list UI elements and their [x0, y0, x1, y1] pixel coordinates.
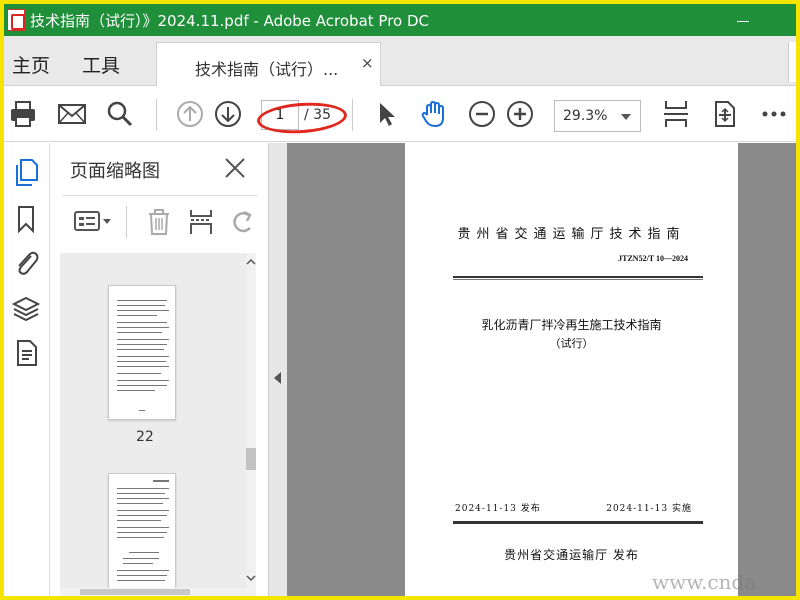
thumbnail-page-23[interactable] [108, 473, 176, 596]
previous-page-icon[interactable] [174, 98, 206, 130]
header-rule [453, 276, 703, 280]
toolbar-divider [126, 206, 127, 238]
navigation-rail [4, 143, 50, 596]
document-code: JTZN52/T 10—2024 [618, 254, 688, 263]
tab-close-icon[interactable]: × [361, 54, 374, 72]
thumbnail-page-22[interactable] [108, 285, 176, 420]
acrobat-window: 技术指南（试行）》2024.11.pdf - Adobe Acrobat Pro… [4, 4, 796, 596]
layers-icon[interactable] [10, 293, 42, 325]
thumbnail-vertical-scrollbar[interactable] [246, 253, 256, 596]
toolbar-divider [352, 99, 353, 131]
menu-home[interactable]: 主页 [12, 51, 50, 78]
fit-page-icon[interactable] [660, 98, 692, 130]
attachment-icon[interactable] [10, 247, 42, 279]
minimize-button[interactable] [730, 10, 756, 30]
document-tab-label: 技术指南（试行）... [195, 60, 339, 79]
document-view[interactable]: 贵州省交通运输厅技术指南 JTZN52/T 10—2024 乳化沥青厂拌冷再生施… [287, 143, 796, 596]
tab-scroll-handle[interactable] [788, 42, 796, 82]
thumbnail-toolbar [62, 195, 258, 247]
extract-page-icon[interactable] [186, 206, 216, 238]
document-publisher: 贵州省交通运输厅 发布 [504, 548, 639, 562]
search-icon[interactable] [104, 98, 136, 130]
footer-rule [453, 521, 703, 524]
zoom-value: 29.3% [563, 108, 608, 124]
more-options-icon[interactable] [758, 98, 790, 130]
thumbnail-list[interactable]: 22 [60, 253, 256, 596]
issue-date: 2024-11-13 发布 [455, 504, 541, 514]
delete-icon[interactable] [144, 206, 174, 238]
effective-date: 2024-11-13 实施 [606, 504, 692, 514]
bookmark-icon[interactable] [10, 203, 42, 235]
scrollbar-thumb[interactable] [80, 589, 190, 595]
acrobat-app-icon [7, 9, 25, 31]
thumbnail-horizontal-scrollbar[interactable] [60, 588, 246, 596]
page-display-icon[interactable] [708, 98, 740, 130]
thumbnail-panel: 页面缩略图 22 [50, 143, 269, 596]
zoom-in-icon[interactable] [504, 98, 536, 130]
next-page-icon[interactable] [212, 98, 244, 130]
email-icon[interactable] [56, 98, 88, 130]
document-title: 乳化沥青厂拌冷再生施工技术指南 [481, 318, 662, 332]
title-bar: 技术指南（试行）》2024.11.pdf - Adobe Acrobat Pro… [4, 4, 796, 36]
content-icon[interactable] [10, 337, 42, 369]
chevron-up-icon[interactable] [246, 257, 256, 267]
pdf-page: 贵州省交通运输厅技术指南 JTZN52/T 10—2024 乳化沥青厂拌冷再生施… [405, 143, 738, 596]
scrollbar-thumb[interactable] [246, 448, 256, 470]
select-tool-icon[interactable] [370, 98, 402, 130]
close-icon[interactable] [222, 155, 248, 181]
panel-title: 页面缩略图 [70, 161, 160, 182]
document-header: 贵州省交通运输厅技术指南 [457, 227, 686, 242]
zoom-out-icon[interactable] [466, 98, 498, 130]
thumbnail-options-icon[interactable] [72, 206, 114, 238]
menu-tools[interactable]: 工具 [82, 51, 120, 78]
page-thumbnails-icon[interactable] [10, 157, 42, 189]
toolbar: 1 / 35 29.3% [4, 87, 796, 142]
window-title: 技术指南（试行）》2024.11.pdf - Adobe Acrobat Pro… [30, 12, 429, 30]
hand-tool-icon[interactable] [418, 98, 450, 130]
zoom-dropdown[interactable]: 29.3% [554, 100, 641, 132]
toolbar-divider [156, 99, 157, 131]
watermark-text: www.cnda [652, 570, 757, 594]
document-tab[interactable]: 技术指南（试行）... × [156, 42, 381, 86]
print-icon[interactable] [7, 98, 39, 130]
document-subtitle: （试行） [549, 337, 594, 350]
chevron-down-icon[interactable] [246, 573, 256, 583]
thumbnail-page-label: 22 [136, 429, 154, 445]
chevron-left-icon [274, 372, 281, 384]
rotate-icon[interactable] [228, 206, 258, 238]
panel-collapse-handle[interactable] [269, 143, 287, 596]
chevron-down-icon [621, 114, 631, 120]
menu-bar: 主页 工具 技术指南（试行）... × [4, 36, 796, 86]
